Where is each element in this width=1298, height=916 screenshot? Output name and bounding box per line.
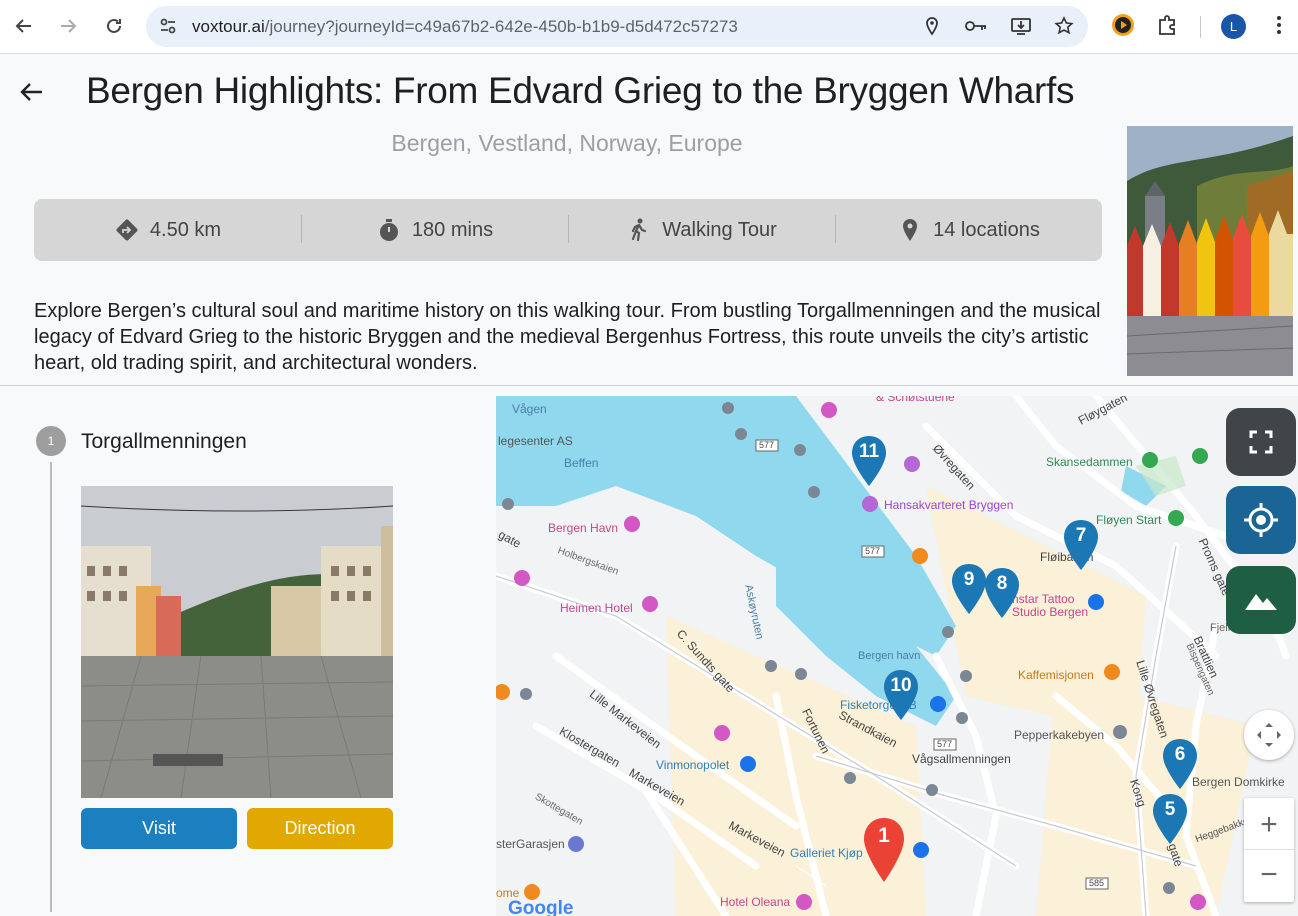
map-label-galleriet: Galleriet Kjøp <box>790 846 863 860</box>
stat-locations-value: 14 locations <box>933 218 1040 241</box>
marker-label: 8 <box>996 573 1008 594</box>
map-label-vagen: Vågen <box>512 402 547 416</box>
map-label-pepperkakebyen: Pepperkakebyen <box>1014 728 1105 742</box>
url-host: voxtour.ai <box>192 17 265 36</box>
marker-label: 6 <box>1174 744 1186 765</box>
stop-photo <box>81 486 393 798</box>
password-key-icon[interactable] <box>964 16 988 36</box>
visit-button[interactable]: Visit <box>81 808 237 849</box>
marker-label: 11 <box>858 441 880 462</box>
location-pin-icon <box>897 217 923 243</box>
browser-toolbar: voxtour.ai/journey?journeyId=c49a67b2-64… <box>0 0 1298 54</box>
marker-label: 5 <box>1164 799 1176 820</box>
map-label-garasjen: sterGarasjen <box>496 837 565 851</box>
reload-button[interactable] <box>98 10 130 42</box>
stat-distance-value: 4.50 km <box>149 218 222 241</box>
map-marker-8[interactable]: 8 <box>983 566 1021 620</box>
map-label-schotstuene: & Schøtstuene <box>876 396 955 404</box>
extension-play-icon[interactable] <box>1110 12 1136 38</box>
map-label-domkirke: Bergen Domkirke <box>1192 775 1285 789</box>
page-back-icon[interactable] <box>18 78 46 106</box>
map-marker-11[interactable]: 11 <box>850 434 888 488</box>
toolbar-divider <box>1200 16 1201 38</box>
fullscreen-button[interactable] <box>1226 408 1296 476</box>
pan-control[interactable] <box>1244 710 1294 760</box>
location-subtitle: Bergen, Vestland, Norway, Europe <box>391 130 743 156</box>
reload-icon <box>107 18 121 33</box>
stat-tour-type-value: Walking Tour <box>662 218 777 241</box>
zoom-out-button[interactable]: − <box>1244 850 1294 900</box>
direction-button[interactable]: Direction <box>247 808 393 849</box>
url-path: /journey?journeyId=c49a67b2-642e-450b-b1… <box>264 17 738 36</box>
map-label-tattoo-1: nstar Tattoo <box>1012 592 1075 606</box>
map-label-route-585: 585 <box>1089 878 1105 888</box>
map-label-beffen: Beffen <box>564 456 599 470</box>
map-label-route-577c: 577 <box>937 739 953 749</box>
directions-icon <box>114 217 140 243</box>
stat-duration-value: 180 mins <box>411 218 494 241</box>
zoom-controls: + − <box>1244 798 1294 902</box>
map-label-vagsallmenningen: Vågsallmenningen <box>912 752 1011 766</box>
terrain-button[interactable] <box>1226 566 1296 634</box>
google-logo: Google <box>508 898 574 916</box>
site-settings-icon[interactable] <box>158 16 178 36</box>
page-title: Bergen Highlights: From Edvard Grieg to … <box>86 70 1075 111</box>
forward-button[interactable] <box>52 10 84 42</box>
menu-kebab-icon[interactable] <box>1266 12 1292 38</box>
mountain-icon <box>1245 594 1277 610</box>
map-label-bergen-havn-top: Bergen Havn <box>548 521 619 535</box>
forward-icon <box>61 19 77 33</box>
tour-hero-image <box>1127 126 1293 376</box>
map-label-route-577b: 577 <box>865 546 881 556</box>
stat-tour-type: Walking Tour <box>568 215 835 243</box>
stop-name[interactable]: Torgallmenningen <box>81 430 247 454</box>
address-bar[interactable]: voxtour.ai/journey?journeyId=c49a67b2-64… <box>146 6 1088 47</box>
section-divider <box>0 385 1298 386</box>
stat-locations: 14 locations <box>835 215 1102 243</box>
map-label-hansakvarteret: Hansakvarteret Bryggen <box>884 498 1014 512</box>
tour-map[interactable]: Vågen legesenter AS Beffen Bergen Havn H… <box>496 396 1298 916</box>
location-icon[interactable] <box>922 16 942 36</box>
stat-duration: 180 mins <box>301 215 568 243</box>
map-marker-1[interactable]: 1 <box>862 816 906 884</box>
pan-arrows-icon <box>1257 723 1281 747</box>
map-label-skansedammen: Skansedammen <box>1046 455 1133 469</box>
url-text[interactable]: voxtour.ai/journey?journeyId=c49a67b2-64… <box>192 17 738 37</box>
map-label-oleana: Hotel Oleana <box>720 895 791 909</box>
back-icon <box>15 19 31 33</box>
map-marker-6[interactable]: 6 <box>1161 737 1199 791</box>
map-label-vinmonopolet: Vinmonopolet <box>656 758 730 772</box>
extensions-puzzle-icon[interactable] <box>1155 12 1181 38</box>
crosshair-icon <box>1244 503 1278 537</box>
map-label-route-577a: 577 <box>759 440 775 450</box>
marker-label: 7 <box>1075 525 1087 546</box>
bookmark-star-icon[interactable] <box>1054 16 1074 36</box>
map-label-heimen: Heimen Hotel <box>560 601 633 615</box>
my-location-button[interactable] <box>1226 486 1296 554</box>
walking-icon <box>626 217 652 243</box>
marker-label: 1 <box>878 824 890 847</box>
map-label-bergen-havn: Bergen havn <box>858 650 921 662</box>
map-marker-5[interactable]: 5 <box>1151 792 1189 846</box>
zoom-in-button[interactable]: + <box>1244 800 1294 850</box>
install-app-icon[interactable] <box>1010 16 1032 36</box>
map-marker-7[interactable]: 7 <box>1062 518 1100 572</box>
map-label-kaffemisjonen: Kaffemisjonen <box>1018 668 1094 682</box>
stop-number-badge: 1 <box>36 426 66 456</box>
tour-description: Explore Bergen’s cultural soul and marit… <box>34 300 1101 374</box>
back-button[interactable] <box>8 10 40 42</box>
timer-icon <box>376 217 402 243</box>
profile-avatar[interactable]: L <box>1221 14 1246 39</box>
tour-stats-bar: 4.50 km 180 mins Walking Tour 14 locatio… <box>34 199 1102 261</box>
stat-distance: 4.50 km <box>34 217 301 243</box>
marker-label: 10 <box>890 675 912 696</box>
timeline-line <box>50 462 52 912</box>
fullscreen-icon <box>1249 430 1273 454</box>
map-label-legesenter: legesenter AS <box>498 434 573 448</box>
map-label-floyen: Fløyen Start <box>1096 513 1162 527</box>
map-label-tattoo-2: Studio Bergen <box>1012 605 1089 619</box>
map-marker-10[interactable]: 10 <box>882 668 920 722</box>
